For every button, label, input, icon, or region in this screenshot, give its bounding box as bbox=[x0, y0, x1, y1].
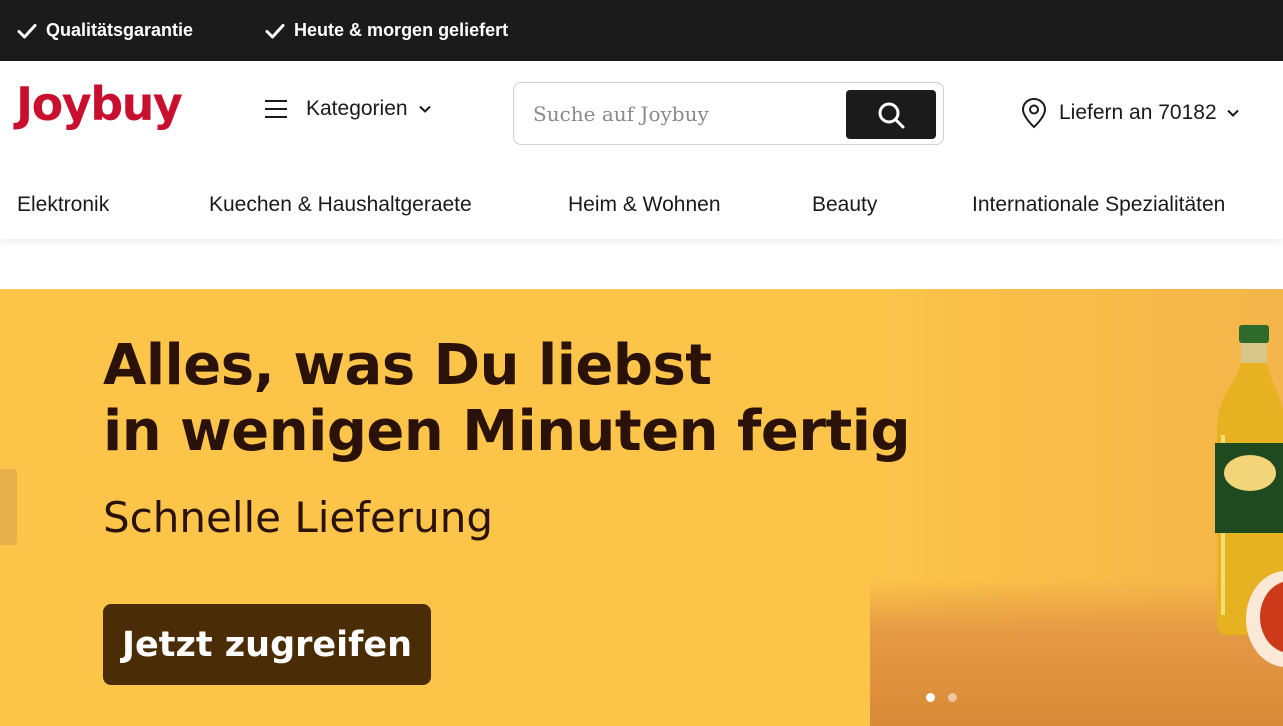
search-button[interactable] bbox=[846, 90, 936, 139]
snack-bowl-image bbox=[1246, 571, 1283, 667]
hero-headline: Alles, was Du liebst in wenigen Minuten … bbox=[103, 333, 923, 465]
delivery-location-selector[interactable]: Liefern an 70182 bbox=[1020, 97, 1240, 129]
hero-headline-line-2: in wenigen Minuten fertig bbox=[103, 399, 911, 464]
carousel-dot-2[interactable] bbox=[948, 693, 957, 702]
carousel-dot-1[interactable] bbox=[926, 693, 935, 702]
promo-label: Qualitätsgarantie bbox=[46, 20, 194, 40]
delivery-label: Liefern an 70182 bbox=[1059, 101, 1217, 124]
hamburger-icon bbox=[265, 100, 287, 118]
search-icon bbox=[878, 102, 905, 128]
chevron-down-icon bbox=[1226, 109, 1239, 117]
nav-item-heim-wohnen[interactable]: Heim & Wohnen bbox=[568, 193, 721, 217]
top-promo-bar: Qualitätsgarantie Heute & morgen geliefe… bbox=[0, 0, 1283, 61]
nav-item-internationale-spezialitaeten[interactable]: Internationale Spezialitäten bbox=[972, 193, 1225, 217]
promo-delivery: Heute & morgen geliefert bbox=[265, 20, 508, 41]
nav-item-elektronik[interactable]: Elektronik bbox=[17, 193, 109, 217]
location-pin-icon bbox=[1021, 97, 1047, 129]
hero-banner[interactable]: Alles, was Du liebst in wenigen Minuten … bbox=[0, 289, 1283, 726]
search-input[interactable] bbox=[514, 83, 844, 144]
nav-item-kuechen-haushaltgeraete[interactable]: Kuechen & Haushaltgeraete bbox=[209, 193, 472, 217]
chevron-down-icon bbox=[418, 105, 431, 113]
carousel-dots bbox=[926, 693, 957, 702]
categories-label: Kategorien bbox=[306, 97, 408, 120]
carousel-prev-tab[interactable] bbox=[0, 469, 17, 545]
categories-menu-button[interactable]: Kategorien bbox=[264, 97, 432, 121]
search-bar bbox=[513, 82, 944, 145]
nav-item-beauty[interactable]: Beauty bbox=[812, 193, 877, 217]
shop-now-button[interactable]: Jetzt zugreifen bbox=[103, 604, 431, 685]
check-icon bbox=[17, 23, 37, 38]
category-nav: Elektronik Kuechen & Haushaltgeraete Hei… bbox=[0, 165, 1283, 239]
hero-headline-line-1: Alles, was Du liebst bbox=[103, 333, 712, 398]
logo[interactable]: Joybuy bbox=[16, 81, 183, 127]
hero-subtitle: Schnelle Lieferung bbox=[103, 493, 494, 542]
promo-label: Heute & morgen geliefert bbox=[294, 20, 509, 40]
promo-quality: Qualitätsgarantie bbox=[17, 20, 193, 41]
site-header: Joybuy Kategorien Liefern an 70182 bbox=[0, 61, 1283, 165]
check-icon bbox=[265, 23, 285, 38]
